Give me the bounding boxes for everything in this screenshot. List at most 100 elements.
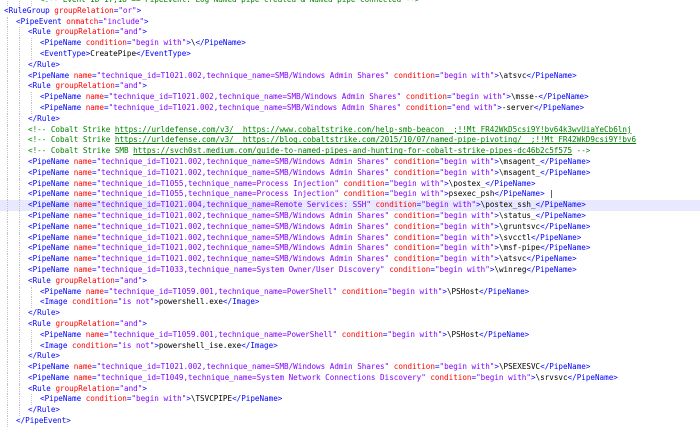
code-line[interactable]: </Rule>	[0, 59, 700, 71]
indent-guide	[19, 27, 20, 39]
indent-guide	[7, 135, 8, 147]
indent-guide	[7, 372, 8, 384]
code-line[interactable]: <Image condition="is not">powershell_ise…	[0, 340, 700, 352]
comment-link[interactable]: https://urldefense.com/v3/__https://www.…	[115, 125, 632, 134]
code-line[interactable]: <PipeName name="technique_id=T1021.002,t…	[0, 210, 700, 222]
code-line[interactable]: </PipeEvent>	[0, 416, 700, 427]
xml-value: "and"	[119, 27, 143, 37]
code-line[interactable]: <PipeName name="technique_id=T1049,techn…	[0, 372, 700, 384]
xml-tag: <Rule	[28, 275, 56, 285]
code-line[interactable]: <Rule groupRelation="and">	[0, 383, 700, 395]
xml-value: "technique_id=T1055,technique_name=Proce…	[96, 178, 339, 188]
xml-attribute: condition	[343, 189, 385, 199]
xml-value: "technique_id=T1021.002,technique_name=S…	[96, 167, 390, 177]
code-line[interactable]: <Rule groupRelation="and">	[0, 275, 700, 287]
code-line[interactable]: <Rule groupRelation="and">	[0, 81, 700, 93]
code-line[interactable]: <PipeName name="technique_id=T1021.002,t…	[0, 102, 700, 114]
code-line[interactable]: <!-- Cobalt Strike SMB https://svch0st.m…	[0, 146, 700, 157]
code-line[interactable]: </Rule>	[0, 308, 700, 319]
code-line[interactable]: <PipeName name="technique_id=T1021.002,t…	[0, 221, 700, 233]
xml-value: "technique_id=T1021.002,technique_name=S…	[96, 210, 390, 220]
xml-text: \TSVCPIPE	[190, 394, 233, 404]
xml-attribute: name	[85, 329, 105, 339]
code-line[interactable]: <!-- Cobalt Strike https://urldefense.co…	[0, 124, 700, 136]
xml-text: \PSHost	[446, 329, 479, 339]
indent-guide	[19, 210, 20, 222]
comment-link[interactable]: https://svch0st.medium.com/guide-to-name…	[133, 146, 572, 155]
xml-text: \gruntsvc	[498, 221, 541, 231]
xml-tag: <PipeName	[28, 372, 74, 382]
code-line[interactable]: <PipeName name="technique_id=T1021.002,t…	[0, 92, 700, 103]
xml-tag: </PipeName>	[535, 210, 586, 220]
code-line[interactable]: <PipeName name="technique_id=T1021.002,t…	[0, 232, 700, 244]
xml-value: "technique_id=T1021.002,technique_name=S…	[108, 102, 402, 112]
xml-text: \msagent_	[498, 156, 541, 166]
code-line[interactable]: <Rule groupRelation="and">	[0, 318, 700, 330]
indent-guide	[19, 254, 20, 265]
indent-guide	[7, 38, 8, 49]
code-line[interactable]: <PipeName name="technique_id=T1059.001,t…	[0, 286, 700, 298]
code-line[interactable]: <PipeName name="technique_id=T1021.002,t…	[0, 362, 700, 373]
code-line[interactable]: <PipeName name="technique_id=T1059.001,t…	[0, 329, 700, 341]
xml-value: "technique_id=T1059.001,technique_name=P…	[108, 286, 338, 296]
indent-guide	[7, 394, 8, 406]
indent-guide	[7, 210, 8, 222]
xml-value: "begin with"	[439, 362, 495, 372]
xml-tag: <RuleGroup	[4, 5, 55, 15]
code-line[interactable]: <PipeName name="technique_id=T1055,techn…	[0, 189, 700, 201]
xml-tag: <PipeEvent	[16, 16, 67, 26]
xml-attribute: name	[73, 254, 93, 264]
code-line[interactable]: <PipeEvent onmatch="include">	[0, 16, 700, 28]
xml-comment: <!-- Event ID 17,18 == PipeEvent. Log Na…	[40, 0, 419, 4]
indent-guide	[7, 264, 8, 276]
code-line-current[interactable]: <PipeName name="technique_id=T1021.004,t…	[0, 200, 700, 211]
xml-tag: <Rule	[28, 383, 56, 393]
indent-guide	[31, 102, 32, 114]
comment-link[interactable]: https://urldefense.com/v3/__https://blog…	[115, 135, 636, 144]
code-line[interactable]: <Rule groupRelation="and">	[0, 27, 700, 39]
xml-tag: </PipeName>	[478, 329, 530, 339]
indent-guide	[7, 297, 8, 309]
code-line[interactable]: <PipeName name="technique_id=T1033,techn…	[0, 264, 700, 276]
xml-tag: </PipeName>	[494, 189, 545, 199]
indent-guide	[7, 362, 8, 373]
xml-tag: </PipeName>	[526, 254, 577, 264]
xml-attribute: name	[73, 221, 93, 231]
code-line[interactable]: </Rule>	[0, 405, 700, 417]
xml-attribute: name	[85, 92, 105, 102]
code-line[interactable]: <RuleGroup groupRelation="or">	[0, 6, 700, 17]
xml-value: "begin with"	[131, 394, 187, 404]
code-line[interactable]: <PipeName name="technique_id=T1055,techn…	[0, 178, 700, 190]
xml-attribute: condition	[341, 286, 383, 296]
indent-guide	[19, 405, 20, 417]
code-line[interactable]: <PipeName condition="begin with">\TSVCPI…	[0, 394, 700, 406]
xml-text: \atsvc	[498, 254, 527, 264]
xml-editor[interactable]: <!-- Event ID 17,18 == PipeEvent. Log Na…	[0, 0, 700, 433]
xml-attribute: groupRelation	[55, 27, 115, 37]
indent-guide	[19, 318, 20, 330]
code-line[interactable]: <PipeName name="technique_id=T1021.002,t…	[0, 70, 700, 82]
xml-tag: <PipeName	[40, 286, 86, 296]
xml-attribute: condition	[72, 340, 114, 350]
xml-value: "begin with"	[387, 286, 443, 296]
xml-value: "and"	[119, 275, 143, 285]
code-line[interactable]: <PipeName name="technique_id=T1021.002,t…	[0, 167, 700, 179]
code-line[interactable]: <!-- Cobalt Strike https://urldefense.co…	[0, 135, 700, 147]
indent-guide	[31, 38, 32, 49]
code-area[interactable]: <!-- Event ID 17,18 == PipeEvent. Log Na…	[0, 0, 700, 427]
xml-value: "and"	[119, 383, 143, 393]
code-line[interactable]: </Rule>	[0, 351, 700, 363]
code-line[interactable]: </Rule>	[0, 113, 700, 125]
code-line[interactable]: <PipeName name="technique_id=T1021.002,t…	[0, 156, 700, 168]
code-line[interactable]: <Image condition="is not">powershell.exe…	[0, 297, 700, 309]
indent-guide	[19, 124, 20, 136]
indent-guide	[7, 81, 8, 93]
code-line[interactable]: <PipeName name="technique_id=T1021.002,t…	[0, 254, 700, 265]
code-line[interactable]: <PipeName condition="begin with">\</Pipe…	[0, 38, 700, 49]
code-line[interactable]: <PipeName name="technique_id=T1021.002,t…	[0, 243, 700, 255]
xml-text: CreatePipe	[90, 48, 137, 58]
code-line[interactable]: <EventType>CreatePipe</EventType>	[0, 48, 700, 60]
indent-guide	[7, 156, 8, 168]
xml-text: psexec_psh	[448, 189, 495, 199]
indent-guide	[7, 70, 8, 82]
